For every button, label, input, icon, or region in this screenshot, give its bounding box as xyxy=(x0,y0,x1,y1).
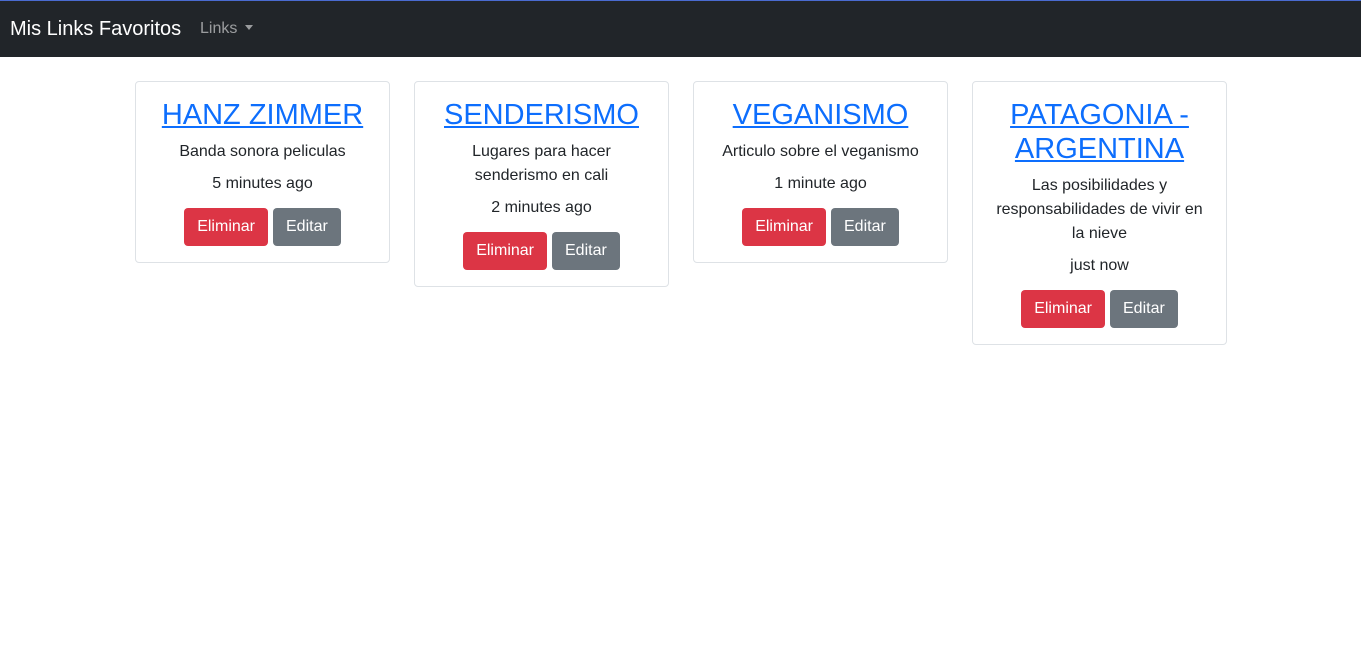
delete-button[interactable]: Eliminar xyxy=(742,208,826,246)
link-card: VEGANISMO Articulo sobre el veganismo 1 … xyxy=(693,81,948,263)
edit-button[interactable]: Editar xyxy=(552,232,620,270)
edit-button[interactable]: Editar xyxy=(273,208,341,246)
link-timestamp: just now xyxy=(1070,257,1129,274)
link-title[interactable]: VEGANISMO xyxy=(710,98,931,132)
card-actions: Eliminar Editar xyxy=(710,208,931,246)
link-card: SENDERISMO Lugares para hacer senderismo… xyxy=(414,81,669,287)
link-description: Las posibilidades y responsabilidades de… xyxy=(996,177,1203,242)
links-dropdown-label: Links xyxy=(200,20,238,37)
link-timestamp: 2 minutes ago xyxy=(491,199,592,216)
caret-down-icon xyxy=(245,25,254,30)
card-actions: Eliminar Editar xyxy=(989,290,1210,328)
edit-button[interactable]: Editar xyxy=(1110,290,1178,328)
link-title[interactable]: PATAGONIA - ARGENTINA xyxy=(989,98,1210,166)
link-description: Lugares para hacer senderismo en cali xyxy=(472,143,611,184)
link-card: PATAGONIA - ARGENTINA Las posibilidades … xyxy=(972,81,1227,345)
edit-button[interactable]: Editar xyxy=(831,208,899,246)
delete-button[interactable]: Eliminar xyxy=(1021,290,1105,328)
link-card: HANZ ZIMMER Banda sonora peliculas 5 min… xyxy=(135,81,390,263)
link-title[interactable]: HANZ ZIMMER xyxy=(152,98,373,132)
navbar-brand[interactable]: Mis Links Favoritos xyxy=(10,18,181,41)
delete-button[interactable]: Eliminar xyxy=(463,232,547,270)
card-actions: Eliminar Editar xyxy=(152,208,373,246)
navbar: Mis Links Favoritos Links xyxy=(0,0,1361,57)
links-dropdown[interactable]: Links xyxy=(200,20,254,38)
link-title[interactable]: SENDERISMO xyxy=(431,98,652,132)
link-timestamp: 1 minute ago xyxy=(774,175,867,192)
delete-button[interactable]: Eliminar xyxy=(184,208,268,246)
link-description: Articulo sobre el veganismo xyxy=(722,143,919,160)
link-description: Banda sonora peliculas xyxy=(179,143,346,160)
link-timestamp: 5 minutes ago xyxy=(212,175,313,192)
card-actions: Eliminar Editar xyxy=(431,232,652,270)
